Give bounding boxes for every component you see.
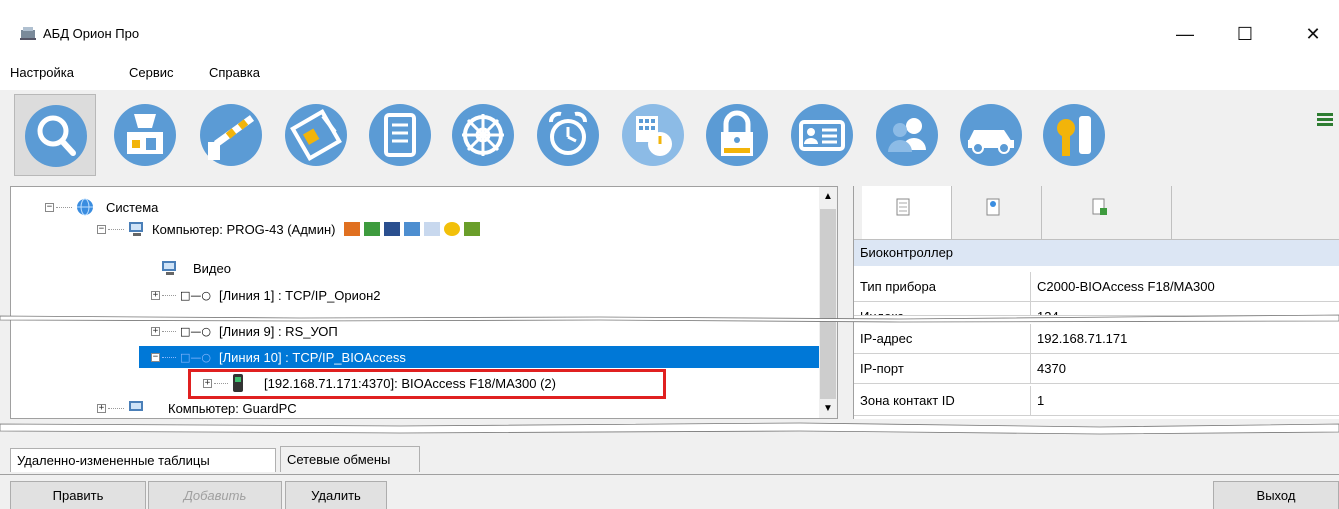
torn-edge — [0, 422, 1339, 435]
property-row[interactable]: Индекс 134 — [854, 302, 1339, 316]
menu-service[interactable]: Сервис — [129, 65, 174, 80]
window-title: АБД Орион Про — [43, 26, 140, 41]
property-row[interactable]: IP-порт 4370 — [854, 354, 1339, 384]
toolbar — [0, 90, 1339, 182]
barrier-icon[interactable] — [190, 94, 272, 176]
tree-node-computer[interactable]: − Компьютер: PROG-43 (Админ) — [97, 218, 480, 240]
computer-icon — [129, 222, 143, 236]
add-doc-icon — [1092, 198, 1107, 215]
lock-icon[interactable] — [696, 94, 778, 176]
minimize-button[interactable]: — — [1162, 14, 1208, 54]
biometric-device-icon — [233, 374, 243, 392]
expand-toggle[interactable]: + — [203, 378, 212, 388]
info-doc-icon — [986, 198, 1000, 216]
tree-node-system[interactable]: − Система — [45, 196, 158, 218]
floorplan-icon[interactable] — [275, 94, 357, 176]
tree-label: [Линия 9] : RS_УОП — [219, 323, 338, 339]
globe-icon — [77, 198, 93, 216]
collapse-toggle[interactable]: − — [45, 202, 54, 212]
devices-icon[interactable] — [104, 94, 186, 176]
document-icon[interactable] — [359, 94, 441, 176]
property-value: 192.168.71.171 — [1037, 331, 1128, 346]
property-value: 1 — [1037, 393, 1045, 408]
key-icon[interactable] — [1033, 94, 1115, 176]
tree-label: Видео — [193, 260, 231, 276]
tree-label: Система — [106, 199, 159, 215]
properties-doc-icon — [896, 198, 910, 216]
property-key: IP-порт — [860, 361, 904, 376]
tree-node-video[interactable]: Видео — [161, 257, 231, 279]
tree-node-computer2[interactable]: + Компьютер: GuardPC — [97, 401, 297, 415]
scroll-thumb[interactable] — [820, 209, 836, 399]
monitor-icon — [162, 261, 176, 275]
properties-panel: Биоконтроллер Тип прибора С2000-BIOAcces… — [853, 186, 1339, 419]
tab-network-exchanges[interactable]: Сетевые обмены — [280, 446, 420, 472]
line-icon: □—○ — [180, 324, 211, 338]
title-bar: АБД Орион Про — ☐ ✕ — [0, 0, 1339, 58]
collapse-toggle[interactable]: − — [151, 352, 160, 362]
device-tree: − Система − Компьютер: PROG-43 (Админ) В… — [10, 186, 838, 419]
edit-button[interactable]: Править — [10, 481, 146, 509]
expand-toggle[interactable]: + — [97, 403, 106, 413]
car-icon[interactable] — [950, 94, 1032, 176]
alarm-clock-icon[interactable] — [527, 94, 609, 176]
tree-label: [Линия 10] : TCP/IP_BIOAccess — [219, 349, 406, 365]
line-icon: □—○ — [180, 350, 211, 364]
property-key: Зона контакт ID — [860, 393, 955, 408]
action-bar: Править Добавить Удалить Выход — [0, 474, 1339, 509]
tree-label: [Линия 1] : TCP/IP_Орион2 — [219, 287, 381, 303]
menu-bar: Настройка Сервис Справка — [0, 58, 1339, 90]
scroll-down-icon[interactable]: ▼ — [823, 403, 833, 414]
keypad-clock-icon[interactable] — [612, 94, 694, 176]
scroll-up-icon[interactable]: ▲ — [823, 191, 833, 202]
expand-toggle[interactable]: + — [151, 290, 160, 300]
menu-settings[interactable]: Настройка — [10, 65, 74, 80]
property-key: IP-адрес — [860, 331, 913, 346]
add-button[interactable]: Добавить — [148, 481, 282, 509]
property-row[interactable]: Зона контакт ID 1 — [854, 386, 1339, 416]
tree-node-line1[interactable]: + □—○ [Линия 1] : TCP/IP_Орион2 — [151, 284, 381, 306]
app-icon — [20, 27, 36, 40]
tree-label: Компьютер: PROG-43 (Админ) — [152, 221, 336, 237]
delete-button[interactable]: Удалить — [285, 481, 387, 509]
tab-info[interactable] — [952, 186, 1042, 239]
property-key: Тип прибора — [860, 279, 936, 294]
users-icon[interactable] — [866, 94, 948, 176]
tree-node-line10[interactable]: − □—○ [Линия 10] : TCP/IP_BIOAccess — [139, 346, 819, 368]
status-icons — [343, 222, 480, 236]
grid-view-icon[interactable] — [1317, 112, 1333, 128]
property-value: 134 — [1037, 309, 1059, 315]
tab-properties[interactable] — [862, 186, 952, 239]
search-icon[interactable] — [14, 94, 96, 176]
steering-wheel-icon[interactable] — [442, 94, 524, 176]
id-card-icon[interactable] — [781, 94, 863, 176]
tree-scrollbar[interactable]: ▲ ▼ — [819, 187, 837, 418]
exit-button[interactable]: Выход — [1213, 481, 1339, 509]
tree-node-device[interactable]: + [192.168.71.171:4370]: BIOAccess F18/M… — [203, 372, 556, 394]
property-value: 4370 — [1037, 361, 1066, 376]
properties-header: Биоконтроллер — [854, 240, 1339, 266]
tab-add-doc[interactable] — [1042, 186, 1172, 239]
tree-label: Компьютер: GuardPC — [168, 401, 297, 415]
expand-toggle[interactable]: + — [151, 326, 160, 336]
maximize-button[interactable]: ☐ — [1222, 14, 1268, 54]
tree-node-line9[interactable]: + □—○ [Линия 9] : RS_УОП — [151, 320, 338, 342]
tree-label: [192.168.71.171:4370]: BIOAccess F18/MA3… — [264, 375, 556, 391]
menu-help[interactable]: Справка — [209, 65, 260, 80]
property-row[interactable]: Тип прибора С2000-BIOAccess F18/MA300 — [854, 272, 1339, 302]
property-key: Индекс — [860, 309, 904, 315]
close-button[interactable]: ✕ — [1290, 14, 1336, 54]
line-icon: □—○ — [180, 288, 211, 302]
tab-remote-changed-tables[interactable]: Удаленно-измененные таблицы — [10, 448, 276, 472]
property-value: С2000-BIOAccess F18/MA300 — [1037, 279, 1215, 294]
computer-icon — [129, 401, 143, 411]
properties-tabs — [854, 186, 1339, 240]
property-row[interactable]: IP-адрес 192.168.71.171 — [854, 324, 1339, 354]
collapse-toggle[interactable]: − — [97, 224, 106, 234]
